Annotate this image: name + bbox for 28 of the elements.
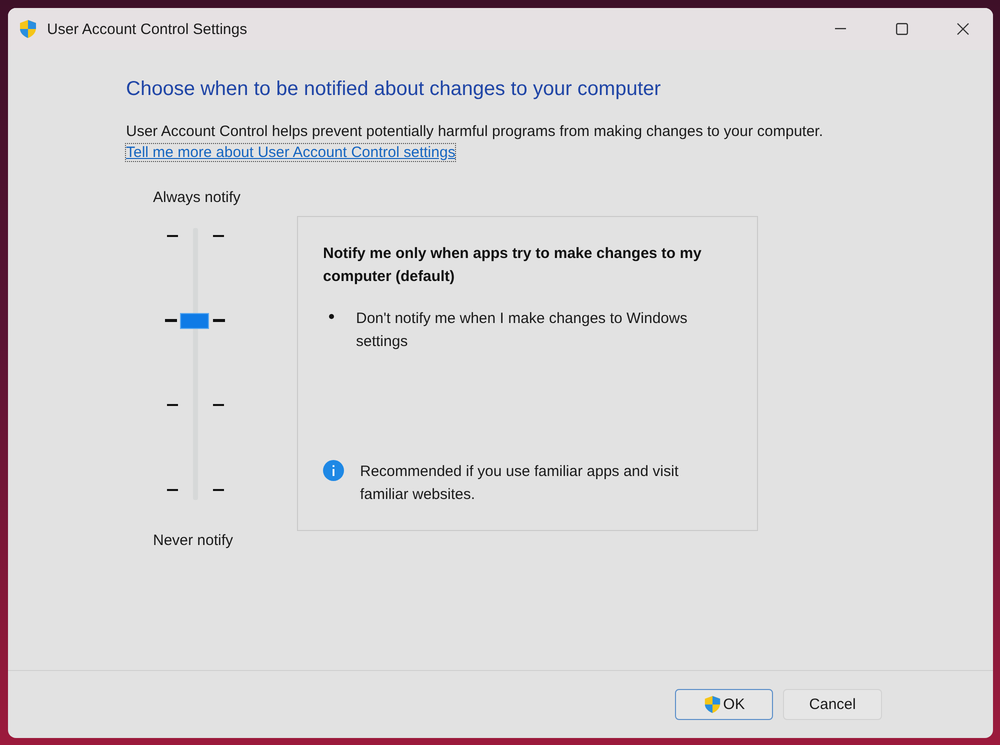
slider-thumb[interactable] — [180, 312, 209, 329]
cancel-button[interactable]: Cancel — [783, 689, 882, 720]
note-text: Recommended if you use familiar apps and visit familiar websites. — [360, 462, 680, 505]
tick-mark — [167, 235, 178, 237]
panel-title: Notify me only when apps try to make changes to my computer (default) — [323, 244, 702, 287]
maximize-icon — [896, 23, 908, 35]
tick-mark — [213, 489, 224, 492]
tick-mark — [213, 235, 224, 237]
shield-icon — [703, 695, 722, 714]
slider-top-label: Always notify — [153, 189, 242, 206]
tick-mark — [165, 319, 177, 322]
slider-bottom-label: Never notify — [153, 532, 234, 549]
window-title: User Account Control Settings — [47, 20, 248, 38]
notification-slider[interactable] — [165, 228, 225, 500]
shield-icon — [18, 19, 38, 39]
close-icon — [956, 23, 968, 35]
help-link[interactable]: Tell me more about User Account Control settings — [126, 144, 456, 161]
description-text: User Account Control helps prevent potentially harmful programs from making changes to your computer. — [126, 123, 824, 140]
tick-mark — [213, 319, 225, 322]
ok-button[interactable]: OK — [675, 689, 773, 720]
tick-mark — [167, 404, 178, 406]
bullet-icon — [329, 314, 334, 319]
info-icon — [323, 460, 344, 481]
tick-mark — [213, 404, 224, 406]
bullet-text: Don't notify me when I make changes to Windows settings — [356, 309, 688, 352]
minimize-icon — [835, 28, 846, 30]
page-heading: Choose when to be notified about changes to your computer — [126, 78, 662, 101]
tick-mark — [167, 489, 178, 492]
